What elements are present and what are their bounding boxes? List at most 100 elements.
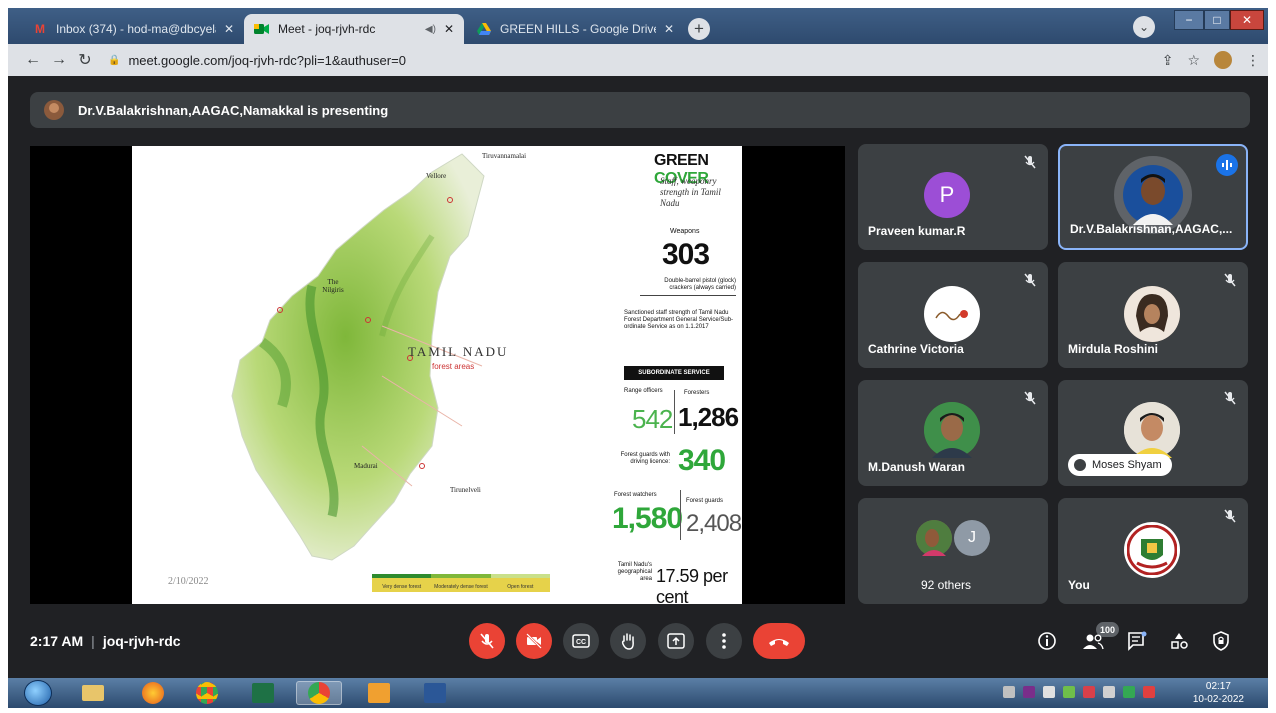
drive-icon (476, 22, 492, 36)
range-officers-value: 542 (632, 404, 673, 434)
green-cover-panel: GREEN COVER Staff, weaponry strength in … (594, 146, 742, 604)
map-title: TAMIL NADU (408, 344, 509, 359)
svg-text:CC: CC (576, 639, 586, 646)
activities-button[interactable] (1168, 630, 1190, 652)
leave-call-button[interactable] (753, 623, 805, 659)
clock-date: 10-02-2022 (1192, 694, 1244, 705)
watchers-value: 1,580 (612, 502, 683, 535)
forest-guards-value: 2,408 (686, 510, 742, 537)
lock-icon: 🔒 (108, 54, 121, 66)
mic-off-icon (1024, 155, 1036, 169)
end-call-icon (769, 639, 789, 646)
mic-off-icon (1224, 273, 1236, 287)
windows-taskbar: 02:17 10-02-2022 (8, 678, 1268, 708)
mic-toggle-button[interactable] (469, 623, 505, 659)
people-button[interactable] (1082, 630, 1104, 652)
meeting-info: 2:17 AM | joq-rjvh-rdc (30, 633, 181, 649)
raise-hand-button[interactable] (610, 623, 646, 659)
participant-avatar: P (924, 172, 970, 218)
drive-tray-icon[interactable] (1123, 686, 1135, 698)
reload-icon[interactable]: ↻ (72, 50, 98, 70)
tray-icon[interactable] (1003, 686, 1015, 698)
tray-icon[interactable] (1063, 686, 1075, 698)
camera-toggle-button[interactable] (516, 623, 552, 659)
menu-dots-icon[interactable]: ⋮ (1246, 52, 1260, 69)
participant-avatar: J (954, 520, 990, 556)
outlook-icon[interactable] (356, 681, 402, 705)
participant-tile[interactable]: Cathrine Victoria (858, 262, 1048, 368)
participant-avatar (924, 402, 980, 458)
participant-tile-speaking[interactable]: Dr.V.Balakrishnan,AAGAC,... (1058, 144, 1248, 250)
share-icon[interactable]: ⇪ (1162, 52, 1174, 69)
participant-avatar (1124, 402, 1180, 458)
forward-icon[interactable]: → (46, 51, 72, 69)
chrome-active-icon[interactable] (296, 681, 342, 705)
volume-icon[interactable] (1043, 686, 1055, 698)
firefox-icon[interactable] (130, 681, 176, 705)
legend-item: Very dense forest (372, 574, 432, 592)
new-tab-button[interactable]: + (688, 18, 710, 40)
hand-icon (621, 633, 634, 650)
excel-icon[interactable] (240, 681, 286, 705)
present-icon (667, 633, 685, 649)
mic-off-icon (1224, 391, 1236, 405)
presenter-avatar (44, 100, 64, 120)
tab-gmail[interactable]: M Inbox (374) - hod-ma@dbcyelag ✕ (22, 14, 244, 44)
chat-button[interactable] (1126, 630, 1148, 652)
college-emblem-avatar (1124, 522, 1180, 578)
others-count: 92 others (920, 578, 972, 592)
participant-tile[interactable]: M.Danush Waran (858, 380, 1048, 486)
area-label: Tamil Nadu's geographical area (617, 562, 652, 582)
profile-avatar-icon[interactable] (1214, 51, 1232, 69)
participant-tile[interactable]: Moses Shyam (1058, 380, 1248, 486)
close-tab-icon[interactable]: ✕ (444, 22, 454, 36)
mic-off-icon (480, 633, 494, 649)
file-explorer-icon[interactable] (70, 681, 116, 705)
minimize-button[interactable]: − (1174, 10, 1204, 30)
chrome-icon[interactable] (184, 681, 230, 705)
tab-meet[interactable]: Meet - joq-rjvh-rdc ◀) ✕ (244, 14, 464, 44)
address-bar[interactable]: 🔒 meet.google.com/joq-rjvh-rdc?pli=1&aut… (108, 53, 406, 68)
host-controls-button[interactable] (1210, 630, 1232, 652)
participant-tile[interactable]: Mirdula Roshini (1058, 262, 1248, 368)
guards-licence-label: Forest guards with driving licence: (620, 452, 670, 465)
word-icon[interactable] (412, 681, 458, 705)
tray-icon[interactable] (1083, 686, 1095, 698)
present-now-button[interactable] (658, 623, 694, 659)
self-tile[interactable]: You (1058, 498, 1248, 604)
captions-button[interactable]: CC (563, 623, 599, 659)
tab-search-button[interactable]: ⌄ (1133, 16, 1155, 38)
windows-start-button[interactable] (24, 680, 52, 706)
close-window-button[interactable]: ✕ (1230, 10, 1264, 30)
shield-lock-icon (1213, 631, 1229, 651)
url-text: meet.google.com/joq-rjvh-rdc?pli=1&authu… (128, 52, 406, 68)
maximize-button[interactable]: □ (1204, 10, 1230, 30)
browser-tab-strip: M Inbox (374) - hod-ma@dbcyelag ✕ Meet -… (8, 8, 1268, 44)
bookmark-star-icon[interactable]: ☆ (1187, 52, 1200, 69)
gmail-icon: M (35, 22, 45, 36)
guards-licence-value: 340 (678, 444, 726, 477)
flag-icon[interactable] (1143, 686, 1155, 698)
participant-tile[interactable]: P Praveen kumar.R (858, 144, 1048, 250)
back-icon[interactable]: ← (20, 51, 46, 69)
tab-title: Meet - joq-rjvh-rdc (278, 22, 376, 36)
close-tab-icon[interactable]: ✕ (664, 22, 674, 36)
map-label: Tiruvannamalai (482, 152, 527, 160)
network-icon[interactable] (1103, 686, 1115, 698)
tray-icon[interactable] (1023, 686, 1035, 698)
map-subtitle: forest areas (432, 362, 475, 371)
tab-drive[interactable]: GREEN HILLS - Google Drive ✕ (466, 14, 684, 44)
foresters-label: Foresters (684, 390, 710, 396)
system-clock[interactable]: 02:17 10-02-2022 (1193, 680, 1244, 706)
presenting-banner: Dr.V.Balakrishnan,AAGAC,Namakkal is pres… (30, 92, 1250, 128)
meeting-details-button[interactable] (1036, 630, 1058, 652)
more-options-button[interactable] (706, 623, 742, 659)
close-tab-icon[interactable]: ✕ (224, 22, 234, 36)
presenting-text: Dr.V.Balakrishnan,AAGAC,Namakkal is pres… (78, 102, 389, 118)
audio-playing-icon[interactable]: ◀) (425, 24, 436, 35)
mic-off-icon (1024, 273, 1036, 287)
participant-avatar (924, 286, 980, 342)
meeting-time: 2:17 AM (30, 633, 84, 649)
others-tile[interactable]: J 92 others (858, 498, 1048, 604)
meet-icon (254, 22, 270, 36)
